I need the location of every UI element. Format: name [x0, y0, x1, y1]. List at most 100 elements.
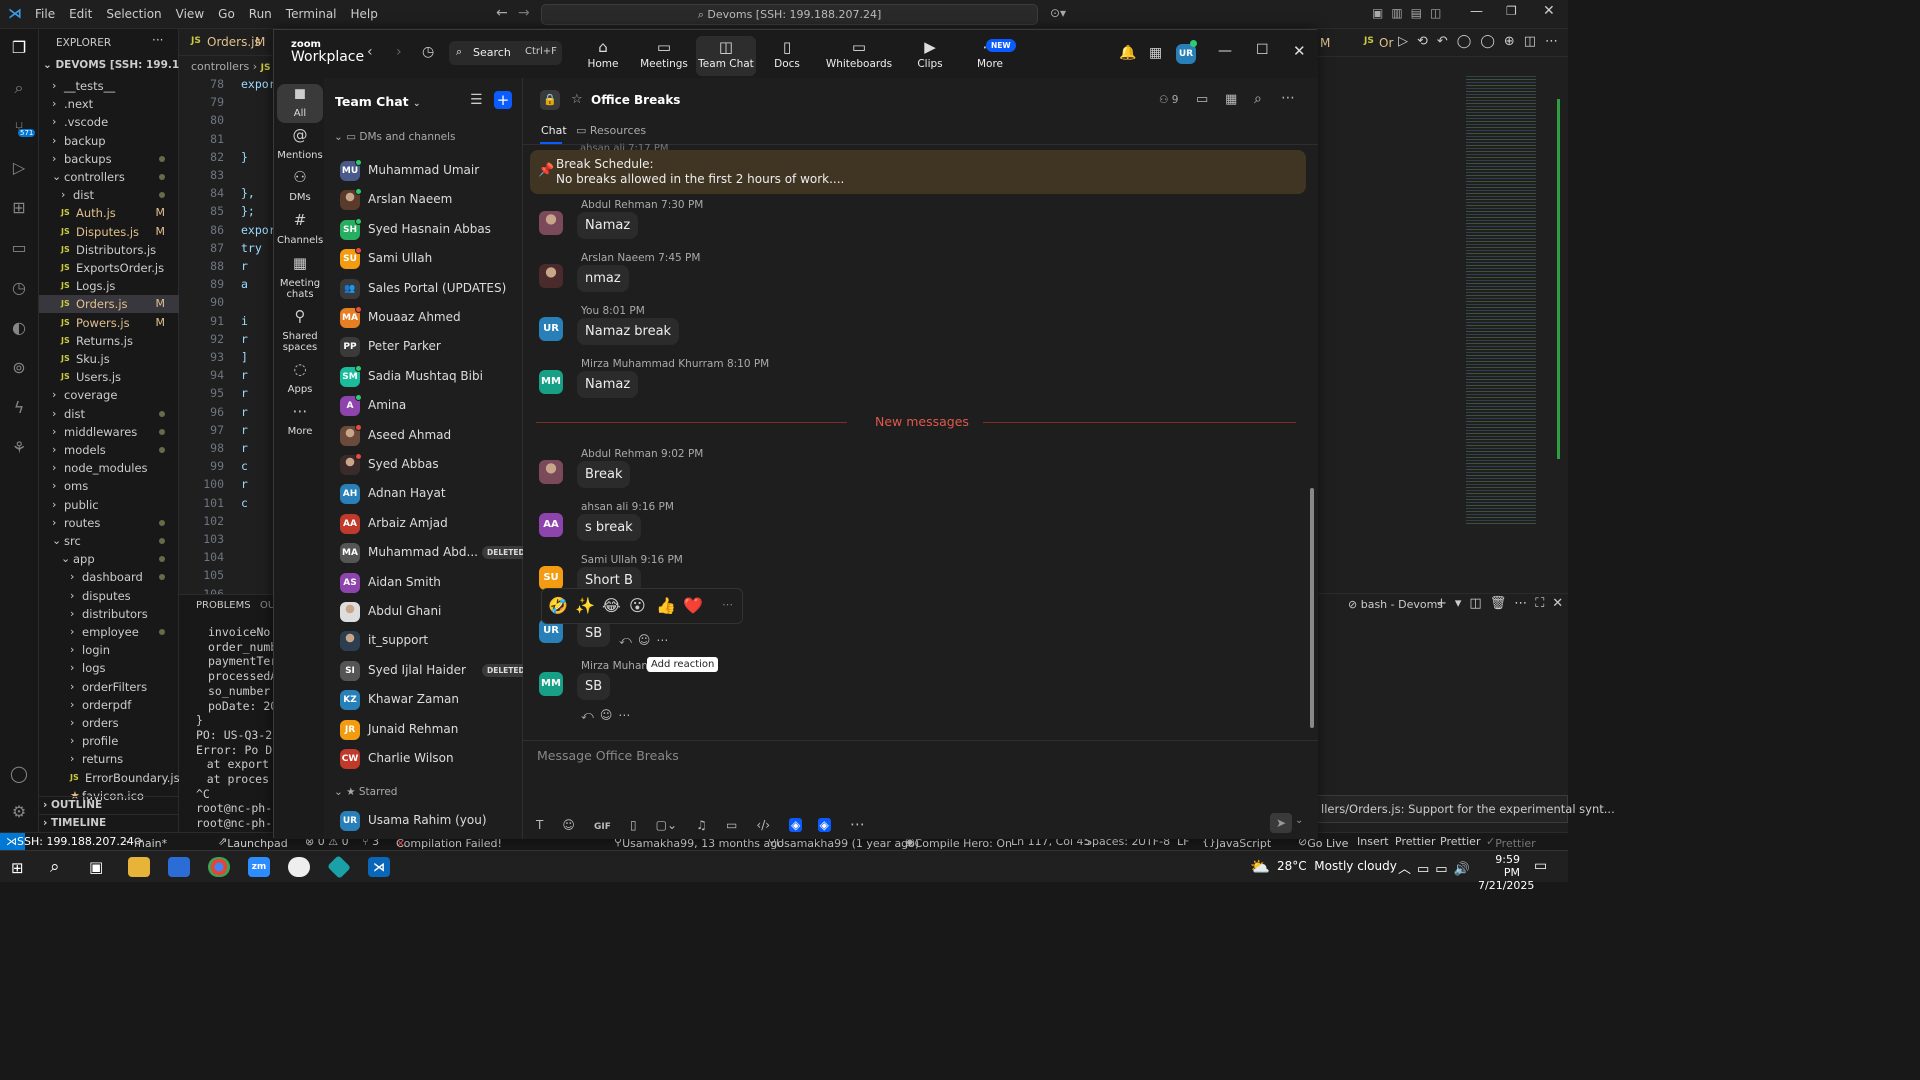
docker-icon[interactable]: ⊚ — [8, 357, 30, 379]
nav-docs[interactable]: ▯ Docs — [757, 36, 817, 76]
new-chat-button[interactable]: + — [494, 91, 512, 109]
sender-avatar[interactable]: MM — [539, 672, 563, 696]
tree-item[interactable]: JS Users.js — [39, 368, 179, 386]
editor-tab[interactable]: JS Orders.js M — [179, 29, 274, 56]
message-bubble[interactable]: nmaz — [577, 265, 629, 292]
tree-item[interactable]: › disputes — [39, 587, 179, 605]
contact-item[interactable]: AS Aidan Smith — [340, 571, 520, 595]
tree-item[interactable]: ⌄ app — [39, 550, 179, 568]
system-tray[interactable]: ︿▭▭🔊 — [1398, 858, 1476, 877]
prettier-status-1[interactable]: Prettier — [1395, 835, 1435, 848]
reaction-emoji[interactable]: ✨ — [575, 596, 602, 615]
account-icon[interactable]: ◯ — [8, 763, 30, 785]
nav-whiteboards[interactable]: ▭ Whiteboards — [822, 36, 896, 76]
contact-item[interactable]: Arslan Naeem — [340, 188, 520, 212]
tree-item[interactable]: › .next — [39, 95, 179, 113]
contact-item[interactable]: PP Peter Parker — [340, 335, 520, 359]
tree-item[interactable]: JS Logs.js — [39, 277, 179, 295]
menu-item[interactable]: Selection — [106, 7, 161, 21]
contact-item[interactable]: MA Muhammad Abd... DELETED — [340, 541, 530, 565]
notification-toast[interactable]: llers/Orders.js: Support for the experim… — [1316, 795, 1615, 823]
zoom-search[interactable]: ⌕ Search Ctrl+F — [449, 41, 562, 65]
format-text-icon[interactable]: T — [536, 818, 543, 832]
tree-item[interactable]: › coverage — [39, 386, 179, 404]
tab-chat[interactable]: Chat — [541, 124, 567, 137]
tree-item[interactable]: JS Auth.js M — [39, 204, 179, 222]
sender-photo[interactable] — [539, 264, 563, 288]
sender-avatar[interactable]: MM — [539, 370, 563, 394]
reaction-emoji[interactable]: ❤️ — [683, 596, 710, 615]
rail-dms[interactable]: ⚇ DMs — [277, 170, 323, 204]
menu-item[interactable]: File — [35, 7, 55, 21]
tree-item[interactable]: › employee — [39, 623, 179, 641]
message-actions-row[interactable]: ⤺☺⋯ — [581, 708, 636, 723]
vscode-taskbar-icon[interactable]: ⋊ — [368, 857, 390, 877]
tree-item[interactable]: › distributors — [39, 605, 179, 623]
sender-avatar[interactable]: AA — [539, 513, 563, 537]
tree-item[interactable]: › backup — [39, 132, 179, 150]
app-1-icon[interactable]: ◈ — [789, 818, 803, 832]
lightning-icon[interactable]: ϟ — [8, 397, 30, 419]
tree-item[interactable]: › profile — [39, 732, 179, 750]
video-call-icon[interactable]: ▭ — [1196, 92, 1208, 107]
tree-item[interactable]: JS ExportsOrder.js — [39, 259, 179, 277]
minimize-icon[interactable]: — — [1470, 4, 1483, 19]
calendar-icon[interactable]: ▦ — [1149, 45, 1162, 61]
contact-item[interactable]: it_support — [340, 629, 520, 653]
member-count[interactable]: ⚇ 9 — [1159, 94, 1178, 106]
branch-status[interactable]: ⑂ main* ⟳ — [124, 835, 167, 850]
more-reactions-icon[interactable]: ⋯ — [722, 598, 733, 611]
menu-item[interactable]: View — [176, 7, 204, 21]
rail-shared-spaces[interactable]: ⚲ Shared spaces — [277, 309, 323, 354]
tree-item[interactable]: ⌄ controllers — [39, 168, 179, 186]
nav-meetings[interactable]: ▭ Meetings — [634, 36, 694, 76]
dms-channels-section[interactable]: ⌄ ▭ DMs and channels — [334, 131, 455, 143]
chat-message[interactable]: UR You 8:01 PM Namaz break — [539, 305, 1299, 350]
tree-item[interactable]: › oms — [39, 477, 179, 495]
tree-item[interactable]: › backups — [39, 150, 179, 168]
search-icon[interactable]: ⌕ — [8, 77, 30, 99]
tree-item[interactable]: › dist — [39, 405, 179, 423]
tree-item[interactable]: › middlewares — [39, 423, 179, 441]
taskbar-clock[interactable]: 9:59 PM 7/21/2025 — [1478, 853, 1534, 892]
app-2-icon[interactable]: ◈ — [817, 818, 831, 832]
rail-mentions[interactable]: @ Mentions — [277, 128, 323, 162]
tree-item[interactable]: › logs — [39, 659, 179, 677]
store-icon[interactable] — [168, 857, 190, 877]
task-view-icon[interactable]: ▣ — [89, 858, 103, 876]
chat-message[interactable]: MM Mirza Muhammad Khurram 8:10 PM Namaz — [539, 358, 1299, 403]
chat-message[interactable]: Abdul Rehman 9:02 PM Break — [539, 448, 1299, 493]
explorer-icon[interactable]: ❐ — [8, 37, 30, 59]
contact-self[interactable]: UR Usama Rahim (you) — [340, 809, 520, 833]
contact-item[interactable]: KZ Khawar Zaman — [340, 688, 520, 712]
more-actions-icon[interactable]: ··· — [152, 33, 163, 47]
chat-scrollbar[interactable] — [1310, 488, 1314, 728]
insert-status[interactable]: Insert — [1357, 835, 1389, 848]
sender-photo[interactable] — [539, 460, 563, 484]
forward-arrow-icon[interactable]: → — [518, 5, 530, 21]
tree-item[interactable]: › orders — [39, 714, 179, 732]
emoji-icon[interactable]: ☺ — [562, 818, 575, 832]
contact-item[interactable]: Aseed Ahmad — [340, 423, 520, 448]
chat-more-icon[interactable]: ⋯ — [1281, 90, 1295, 106]
sender-avatar[interactable]: SU — [539, 566, 563, 590]
contact-item[interactable]: AH Adnan Hayat — [340, 482, 520, 506]
tree-item[interactable]: JS Sku.js — [39, 350, 179, 368]
launchpad-status[interactable]: ⇗ Launchpad — [218, 835, 288, 850]
contact-item[interactable]: SM Sadia Mushtaq Bibi — [340, 364, 520, 389]
microphone-icon[interactable]: ♫ — [696, 818, 707, 832]
rail-channels[interactable]: # Channels — [277, 213, 323, 247]
video-message-icon[interactable]: ▭ — [726, 818, 737, 832]
message-bubble[interactable]: Namaz — [577, 212, 639, 239]
zoom-history-icon[interactable]: ◷ — [422, 44, 434, 60]
tree-item[interactable]: JS Distributors.js — [39, 241, 179, 259]
file-icon[interactable]: ▯ — [630, 818, 637, 832]
run-debug-icon[interactable]: ▷ — [8, 157, 30, 179]
tree-item[interactable]: JS Orders.js M — [39, 295, 179, 314]
zoom-minimize-icon[interactable]: — — [1218, 43, 1232, 59]
command-center[interactable]: ⌕ Devoms [SSH: 199.188.207.24] — [541, 4, 1038, 25]
menu-item[interactable]: Terminal — [286, 7, 337, 21]
contact-item[interactable]: MU Muhammad Umair — [340, 159, 520, 183]
filter-icon[interactable]: ☰ — [470, 92, 483, 108]
zoom-back-icon[interactable]: ‹ — [367, 44, 373, 60]
